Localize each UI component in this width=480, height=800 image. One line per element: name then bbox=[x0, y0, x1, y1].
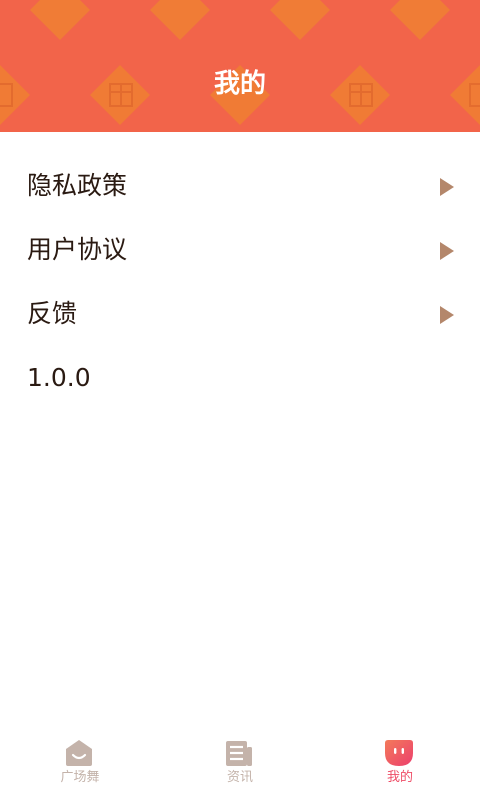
bottom-nav: 广场舞 资讯 我的 bbox=[0, 728, 480, 800]
profile-face-icon bbox=[385, 740, 413, 766]
nav-tab-mine[interactable]: 我的 bbox=[320, 728, 480, 800]
chevron-right-icon bbox=[440, 178, 454, 196]
menu-item-privacy-policy[interactable]: 隐私政策 bbox=[0, 154, 480, 218]
nav-tab-label: 我的 bbox=[386, 770, 413, 785]
nav-tab-news[interactable]: 资讯 bbox=[160, 728, 320, 800]
menu-item-label: 隐私政策 bbox=[27, 171, 128, 200]
nav-tab-label: 广场舞 bbox=[60, 770, 100, 785]
menu-item-label: 反馈 bbox=[27, 299, 78, 328]
settings-menu: 隐私政策 用户协议 反馈 1.0.0 bbox=[0, 154, 480, 410]
page-title: 我的 bbox=[213, 69, 266, 99]
news-icon bbox=[226, 741, 252, 766]
menu-item-label: 用户协议 bbox=[27, 235, 128, 264]
menu-item-feedback[interactable]: 反馈 bbox=[0, 282, 480, 346]
menu-item-user-agreement[interactable]: 用户协议 bbox=[0, 218, 480, 282]
nav-tab-label: 资讯 bbox=[226, 770, 253, 785]
header-bar: 我的 bbox=[0, 0, 480, 132]
version-label: 1.0.0 bbox=[27, 363, 91, 392]
chevron-right-icon bbox=[440, 306, 454, 324]
chevron-right-icon bbox=[440, 242, 454, 260]
home-smile-icon bbox=[66, 740, 92, 766]
version-row: 1.0.0 bbox=[0, 346, 480, 410]
nav-tab-square-dance[interactable]: 广场舞 bbox=[0, 728, 160, 800]
